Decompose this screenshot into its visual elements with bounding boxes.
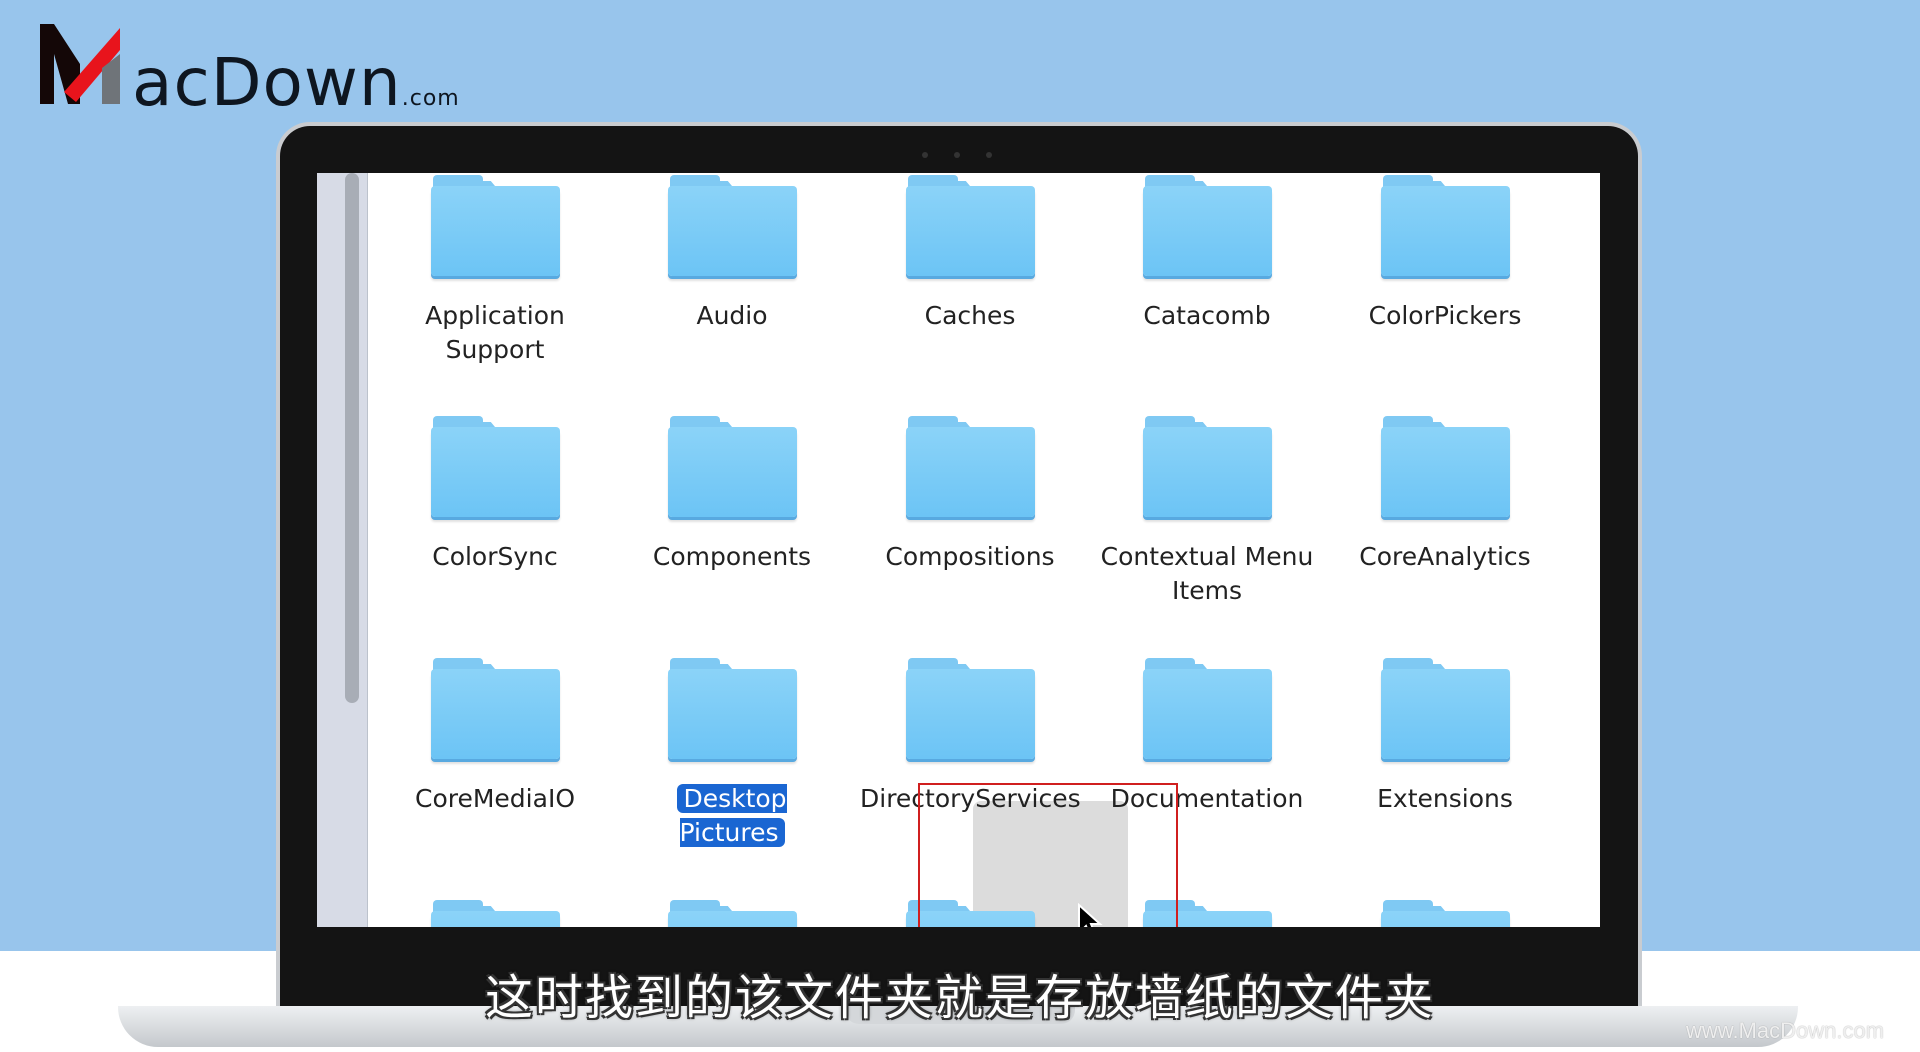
folder-item[interactable]: CoreMediaIO bbox=[385, 658, 605, 816]
folder-icon bbox=[667, 416, 797, 520]
folder-label: Application Support bbox=[385, 299, 605, 367]
mouse-cursor-icon bbox=[1078, 903, 1103, 927]
folder-label-text: Compositions bbox=[885, 542, 1055, 571]
folder-label-text: Caches bbox=[924, 301, 1016, 330]
folder-item-partial[interactable] bbox=[622, 900, 842, 927]
sidebar-scrollbar[interactable] bbox=[345, 173, 359, 703]
logo-text: acDown.com bbox=[132, 44, 460, 121]
folder-icon bbox=[430, 900, 560, 927]
camera-icon bbox=[922, 152, 992, 160]
watermark: www.MacDown.com bbox=[1686, 1018, 1885, 1043]
folder-label: CoreMediaIO bbox=[385, 782, 605, 816]
folder-item[interactable]: Audio bbox=[622, 175, 842, 333]
folder-icon bbox=[905, 416, 1035, 520]
folder-label: ColorSync bbox=[385, 540, 605, 574]
folder-item[interactable]: Application Support bbox=[385, 175, 605, 367]
folder-label: Catacomb bbox=[1097, 299, 1317, 333]
folder-item[interactable]: Catacomb bbox=[1097, 175, 1317, 333]
video-subtitle: 这时找到的该文件夹就是存放墙纸的文件夹 bbox=[484, 970, 1435, 1026]
folder-label: Contextual Menu Items bbox=[1097, 540, 1317, 608]
folder-icon bbox=[905, 658, 1035, 762]
folder-icon bbox=[667, 658, 797, 762]
folder-label-text: Audio bbox=[696, 301, 768, 330]
folder-label: Compositions bbox=[860, 540, 1080, 574]
logo-m-mark bbox=[40, 24, 120, 104]
folder-icon bbox=[1380, 658, 1510, 762]
folder-item[interactable]: Components bbox=[622, 416, 842, 574]
folder-item[interactable]: Compositions bbox=[860, 416, 1080, 574]
folder-icon bbox=[1380, 900, 1510, 927]
sidebar bbox=[317, 173, 368, 927]
folder-item[interactable]: Desktop Pictures bbox=[622, 658, 842, 850]
folder-icon bbox=[430, 658, 560, 762]
folder-label: Components bbox=[622, 540, 842, 574]
folder-label: Caches bbox=[860, 299, 1080, 333]
folder-item[interactable]: ColorPickers bbox=[1335, 175, 1555, 333]
folder-icon bbox=[1142, 175, 1272, 279]
folder-icon bbox=[905, 175, 1035, 279]
folder-item[interactable]: Caches bbox=[860, 175, 1080, 333]
folder-label-text: Application Support bbox=[425, 301, 565, 364]
annotation-highlight-box bbox=[918, 783, 1178, 927]
folder-icon bbox=[1380, 175, 1510, 279]
folder-icon bbox=[430, 175, 560, 279]
folder-item-partial[interactable] bbox=[1335, 900, 1555, 927]
folder-label: CoreAnalytics bbox=[1335, 540, 1555, 574]
folder-label-text: Components bbox=[652, 542, 812, 571]
folder-label: ColorPickers bbox=[1335, 299, 1555, 333]
folder-item-partial[interactable] bbox=[385, 900, 605, 927]
macdown-logo: acDown.com bbox=[40, 22, 459, 121]
folder-icon bbox=[1142, 658, 1272, 762]
folder-label-text: ColorSync bbox=[432, 542, 558, 571]
folder-label-text: Catacomb bbox=[1143, 301, 1271, 330]
folder-item[interactable]: Extensions bbox=[1335, 658, 1555, 816]
finder-window: Application Support Audio Caches Catacomb Co… bbox=[317, 173, 1600, 927]
folder-item[interactable]: Contextual Menu Items bbox=[1097, 416, 1317, 608]
folder-label: Audio bbox=[622, 299, 842, 333]
folder-label: Desktop Pictures bbox=[622, 782, 842, 850]
folder-label-text: Extensions bbox=[1377, 784, 1513, 813]
folder-icon bbox=[667, 175, 797, 279]
folder-item[interactable]: CoreAnalytics bbox=[1335, 416, 1555, 574]
folder-label: Extensions bbox=[1335, 782, 1555, 816]
folder-label-text: ColorPickers bbox=[1368, 301, 1522, 330]
folder-label-text: CoreMediaIO bbox=[415, 784, 575, 813]
folder-label-text: CoreAnalytics bbox=[1359, 542, 1531, 571]
folder-item[interactable]: ColorSync bbox=[385, 416, 605, 574]
folder-label-text: Contextual Menu Items bbox=[1100, 542, 1314, 605]
folder-icon bbox=[1380, 416, 1510, 520]
folder-icon bbox=[430, 416, 560, 520]
folder-icon bbox=[1142, 416, 1272, 520]
folder-label-text: Desktop Pictures bbox=[677, 784, 787, 847]
folder-icon bbox=[667, 900, 797, 927]
